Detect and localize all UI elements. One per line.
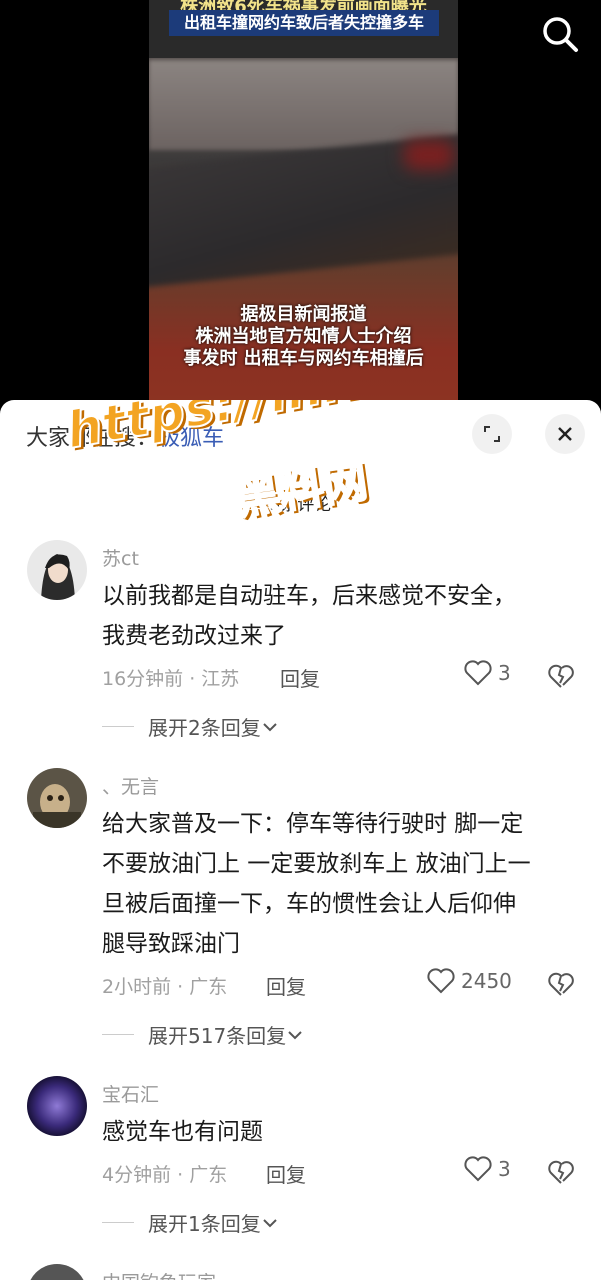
chevron-down-icon <box>288 1030 302 1039</box>
close-button[interactable] <box>545 414 585 454</box>
comment-meta: 16分钟前 · 江苏 <box>102 668 240 690</box>
video-frame: 株洲致6死车祸事发前画面曝光 出租车撞网约车致后者失控撞多车 据极目新闻报道 株… <box>149 0 458 400</box>
hot-search-bar[interactable]: 大家都在搜：极狐车 <box>26 420 224 452</box>
comment-text-line: 给大家普及一下：停车等待行驶时 脚一定 <box>102 811 524 837</box>
comment-count: 3条评论 <box>269 495 332 515</box>
like-count: 3 <box>498 661 511 685</box>
heart-icon <box>464 660 492 686</box>
expand-icon <box>484 426 500 442</box>
divider <box>102 726 134 727</box>
divider <box>102 1222 134 1223</box>
expand-replies[interactable]: 展开517条回复 <box>102 1020 304 1049</box>
chevron-down-icon <box>263 1218 277 1227</box>
reply-button[interactable]: 回复 <box>266 971 306 1000</box>
comment-text: 以前我都是自动驻车，后来感觉不安全， 我费老劲改过来了 <box>102 576 572 656</box>
comment-meta: 4分钟前 · 广东 <box>102 1164 228 1186</box>
hot-search-link[interactable]: 极狐车 <box>158 426 224 451</box>
like-button[interactable]: 3 <box>464 1156 511 1182</box>
comment-text: 给大家普及一下：停车等待行驶时 脚一定 不要放油门上 一定要放刹车上 放油门上一… <box>102 804 572 964</box>
comment-text-line: 腿导致踩油门 <box>102 931 240 957</box>
comment-text-line: 不要放油门上 一定要放刹车上 放油门上一 <box>102 851 531 877</box>
comment-username[interactable]: 宝石汇 <box>102 1080 159 1107</box>
dislike-button[interactable] <box>548 1160 574 1186</box>
expand-replies[interactable]: 展开2条回复 <box>102 712 279 741</box>
expand-replies-label: 展开1条回复 <box>148 1212 261 1236</box>
hot-search-label: 大家都在搜： <box>26 426 159 451</box>
like-count: 2450 <box>461 969 512 993</box>
reply-button[interactable]: 回复 <box>266 1159 306 1188</box>
search-icon <box>543 17 578 52</box>
video-taillight <box>404 140 454 170</box>
comment-text: 感觉车也有问题 <box>102 1112 572 1152</box>
dislike-button[interactable] <box>548 972 574 998</box>
like-count: 3 <box>498 1157 511 1181</box>
avatar[interactable] <box>27 1264 87 1280</box>
search-button[interactable] <box>538 12 582 56</box>
broken-heart-icon <box>548 1160 574 1184</box>
expand-button[interactable] <box>472 414 512 454</box>
comment-text-line: 我费老劲改过来了 <box>102 623 286 649</box>
comment-text-line: 旦被后面撞一下，车的惯性会让人后仰伸 <box>102 891 516 917</box>
like-button[interactable]: 2450 <box>427 968 512 994</box>
comment-text-line: 以前我都是自动驻车，后来感觉不安全， <box>102 583 516 609</box>
broken-heart-icon <box>548 664 574 688</box>
broken-heart-icon <box>548 972 574 996</box>
comment-sheet: 大家都在搜：极狐车 3条评论 https://inlw29.com 黑料网 苏c… <box>0 400 601 1280</box>
expand-replies[interactable]: 展开1条回复 <box>102 1208 279 1237</box>
comment-username[interactable]: 中国钓鱼玩家 <box>102 1268 216 1280</box>
comment-text-line: 感觉车也有问题 <box>102 1119 263 1145</box>
like-button[interactable]: 3 <box>464 660 511 686</box>
comment-meta: 2小时前 · 广东 <box>102 976 228 998</box>
avatar[interactable] <box>27 768 87 828</box>
video-title-box: 株洲致6死车祸事发前画面曝光 出租车撞网约车致后者失控撞多车 <box>149 0 458 58</box>
video-player[interactable]: 株洲致6死车祸事发前画面曝光 出租车撞网约车致后者失控撞多车 据极目新闻报道 株… <box>0 0 601 420</box>
avatar[interactable] <box>27 1076 87 1136</box>
close-icon <box>558 427 572 441</box>
divider <box>102 1034 134 1035</box>
comment-username[interactable]: 、无言 <box>102 772 159 799</box>
heart-icon <box>427 968 455 994</box>
video-sky <box>149 60 458 150</box>
video-subtitle-line3: 事发时 出租车与网约车相撞后 <box>183 348 424 369</box>
dislike-button[interactable] <box>548 664 574 690</box>
heart-icon <box>464 1156 492 1182</box>
avatar[interactable] <box>27 540 87 600</box>
chevron-down-icon <box>263 722 277 731</box>
reply-button[interactable]: 回复 <box>280 663 320 692</box>
comment-username[interactable]: 苏ct <box>102 544 139 571</box>
expand-replies-label: 展开2条回复 <box>148 716 261 740</box>
expand-replies-label: 展开517条回复 <box>148 1024 287 1048</box>
video-title-line2: 出租车撞网约车致后者失控撞多车 <box>169 10 439 36</box>
